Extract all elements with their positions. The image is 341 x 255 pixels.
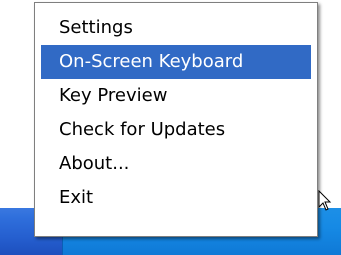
menu-item-about[interactable]: About... <box>41 147 311 181</box>
menu-item-exit[interactable]: Exit <box>41 181 311 215</box>
menu-item-check-for-updates[interactable]: Check for Updates <box>41 113 311 147</box>
tray-context-menu: Settings On-Screen Keyboard Key Preview … <box>34 2 318 237</box>
mouse-cursor-icon <box>318 190 332 211</box>
menu-item-settings[interactable]: Settings <box>41 11 311 45</box>
menu-item-key-preview[interactable]: Key Preview <box>41 79 311 113</box>
menu-item-on-screen-keyboard[interactable]: On-Screen Keyboard <box>41 45 311 79</box>
menu-list: Settings On-Screen Keyboard Key Preview … <box>35 3 317 223</box>
